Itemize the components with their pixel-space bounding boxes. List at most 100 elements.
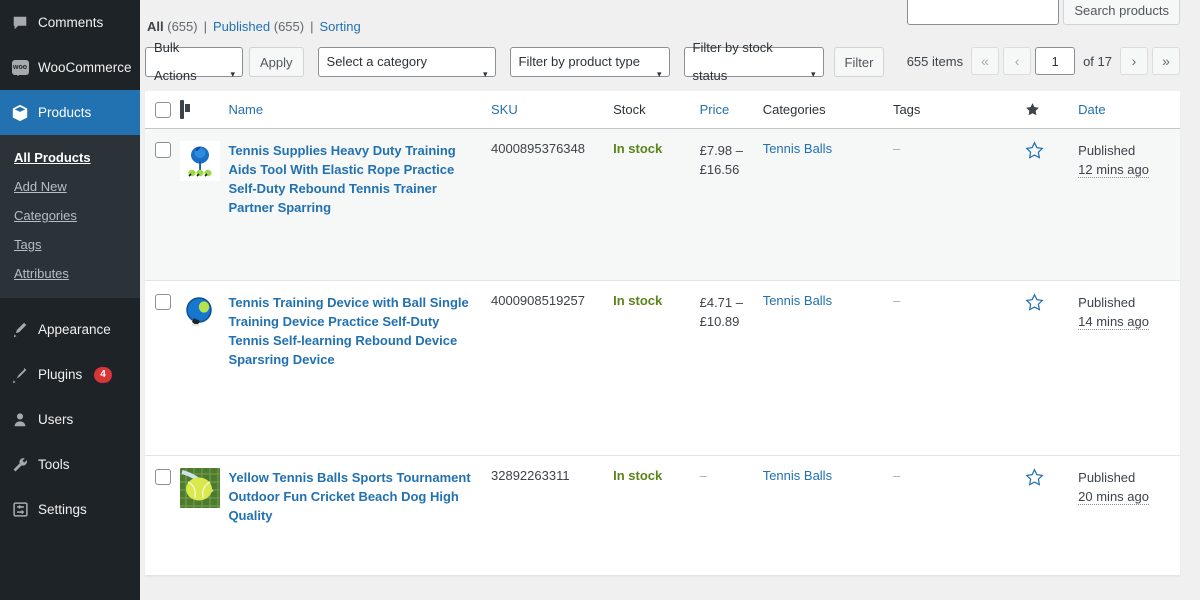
sidebar-item-comments[interactable]: Comments	[0, 0, 140, 45]
stock-status: In stock	[613, 141, 663, 156]
current-page-input[interactable]	[1035, 47, 1076, 75]
row-featured-cell	[1025, 128, 1079, 281]
apply-button[interactable]: Apply	[249, 47, 304, 77]
user-icon	[10, 410, 30, 430]
row-featured-cell	[1025, 455, 1079, 576]
row-name-cell: Yellow Tennis Balls Sports Tournament Ou…	[228, 455, 491, 576]
wrench-icon	[10, 455, 30, 475]
category-link[interactable]: Tennis Balls	[763, 141, 832, 156]
star-outline-icon[interactable]	[1025, 141, 1044, 160]
column-header-date-link[interactable]: Date	[1078, 102, 1105, 117]
chevron-down-icon: ▾	[483, 69, 488, 79]
product-title-link[interactable]: Yellow Tennis Balls Sports Tournament Ou…	[228, 468, 483, 525]
tags-value: –	[892, 468, 901, 483]
last-page-button[interactable]: »	[1152, 47, 1180, 75]
sidebar-item-label: Products	[38, 105, 92, 120]
chevron-down-icon: ▾	[230, 69, 235, 79]
row-categories-cell: Tennis Balls	[762, 280, 893, 456]
star-filled-icon	[1026, 103, 1040, 116]
view-published-label[interactable]: Published	[213, 19, 270, 34]
products-box-icon	[10, 103, 30, 123]
sidebar-item-settings[interactable]: Settings	[0, 487, 140, 532]
star-outline-icon[interactable]	[1025, 468, 1044, 487]
column-header-name[interactable]: Name	[228, 91, 491, 129]
filter-button[interactable]: Filter	[833, 47, 885, 77]
stock-status-filter-select[interactable]: Filter by stock status ▾	[683, 40, 824, 83]
blue-rebound-trainer-image	[179, 141, 220, 181]
next-page-button[interactable]: ›	[1120, 47, 1148, 75]
column-header-image	[179, 91, 229, 129]
comment-icon	[10, 13, 30, 33]
product-title-link[interactable]: Tennis Supplies Heavy Duty Training Aids…	[228, 141, 483, 217]
row-select-checkbox[interactable]	[155, 294, 171, 310]
row-date-cell: Published 14 mins ago	[1078, 280, 1180, 456]
wp-admin-screen: Comments woo WooCommerce Products All Pr…	[0, 0, 1200, 600]
submenu-item-categories[interactable]: Categories	[0, 201, 140, 230]
sidebar-item-tools[interactable]: Tools	[0, 442, 140, 487]
view-all[interactable]: All (655)	[147, 19, 198, 34]
sidebar-item-label: Settings	[38, 502, 87, 517]
submenu-item-all-products[interactable]: All Products	[0, 143, 140, 172]
view-sorting[interactable]: Sorting	[319, 19, 360, 34]
sidebar-item-plugins[interactable]: Plugins 4	[0, 352, 140, 397]
product-thumbnail[interactable]	[179, 141, 220, 181]
row-select-checkbox[interactable]	[155, 469, 171, 485]
row-thumbnail-cell	[179, 280, 229, 456]
view-sorting-label[interactable]: Sorting	[319, 19, 360, 34]
search-products-button[interactable]: Search products	[1063, 0, 1180, 25]
date-relative: 12 mins ago	[1078, 162, 1149, 178]
plugins-update-badge: 4	[94, 366, 112, 383]
row-thumbnail-cell	[179, 455, 229, 576]
sidebar-item-products[interactable]: Products	[0, 90, 140, 135]
select-all-checkbox[interactable]	[155, 102, 171, 118]
column-header-tags: Tags	[892, 91, 1026, 129]
table-row: Yellow Tennis Balls Sports Tournament Ou…	[145, 455, 1180, 576]
view-published[interactable]: Published (655)	[213, 19, 304, 34]
sidebar-item-label: WooCommerce	[38, 60, 132, 75]
category-filter-select[interactable]: Select a category ▾	[317, 47, 496, 79]
sidebar-item-label: Comments	[38, 15, 104, 30]
product-thumbnail[interactable]	[179, 468, 220, 508]
date-status: Published	[1078, 295, 1136, 310]
date-relative: 20 mins ago	[1078, 489, 1149, 505]
row-price-cell: £4.71 – £10.89	[699, 280, 763, 456]
column-header-name-link[interactable]: Name	[228, 102, 263, 117]
date-status: Published	[1078, 143, 1136, 158]
column-header-price[interactable]: Price	[699, 91, 763, 129]
category-link[interactable]: Tennis Balls	[763, 468, 832, 483]
product-title-link[interactable]: Tennis Training Device with Ball Single …	[228, 293, 483, 369]
column-header-date[interactable]: Date	[1078, 91, 1180, 129]
column-header-price-link[interactable]: Price	[700, 102, 730, 117]
bulk-actions-select[interactable]: Bulk Actions ▾	[145, 40, 243, 83]
submenu-item-add-new[interactable]: Add New	[0, 172, 140, 201]
first-page-button: «	[971, 47, 1000, 75]
submenu-item-tags[interactable]: Tags	[0, 230, 140, 259]
product-thumbnail[interactable]	[179, 293, 220, 333]
row-checkbox-cell	[145, 128, 180, 281]
table-header-row: Name SKU Stock Price Categories Tags Dat…	[145, 91, 1180, 129]
stock-status-filter-label: Filter by stock status	[692, 40, 773, 83]
row-sku-cell: 32892263311	[491, 455, 614, 576]
sidebar-item-appearance[interactable]: Appearance	[0, 307, 140, 352]
row-stock-cell: In stock	[613, 128, 700, 281]
star-outline-icon[interactable]	[1025, 293, 1044, 312]
search-box: Search products	[907, 0, 1180, 25]
sidebar-item-woocommerce[interactable]: woo WooCommerce	[0, 45, 140, 90]
view-divider-1: |	[203, 19, 207, 34]
products-table: Name SKU Stock Price Categories Tags Dat…	[145, 91, 1180, 576]
sidebar-item-label: Plugins	[38, 367, 83, 382]
sidebar-item-users[interactable]: Users	[0, 397, 140, 442]
row-name-cell: Tennis Supplies Heavy Duty Training Aids…	[228, 128, 491, 281]
row-select-checkbox[interactable]	[155, 142, 171, 158]
column-header-sku-link[interactable]: SKU	[491, 102, 518, 117]
search-input[interactable]	[907, 0, 1060, 25]
category-link[interactable]: Tennis Balls	[763, 293, 832, 308]
row-price-cell: –	[699, 455, 763, 576]
submenu-item-attributes[interactable]: Attributes	[0, 259, 140, 288]
view-all-label: All	[147, 19, 164, 34]
woocommerce-icon: woo	[10, 58, 30, 78]
row-featured-cell	[1025, 280, 1079, 456]
product-type-filter-select[interactable]: Filter by product type ▾	[509, 47, 670, 79]
items-count-label: 655 items	[906, 53, 964, 69]
column-header-sku[interactable]: SKU	[491, 91, 614, 129]
